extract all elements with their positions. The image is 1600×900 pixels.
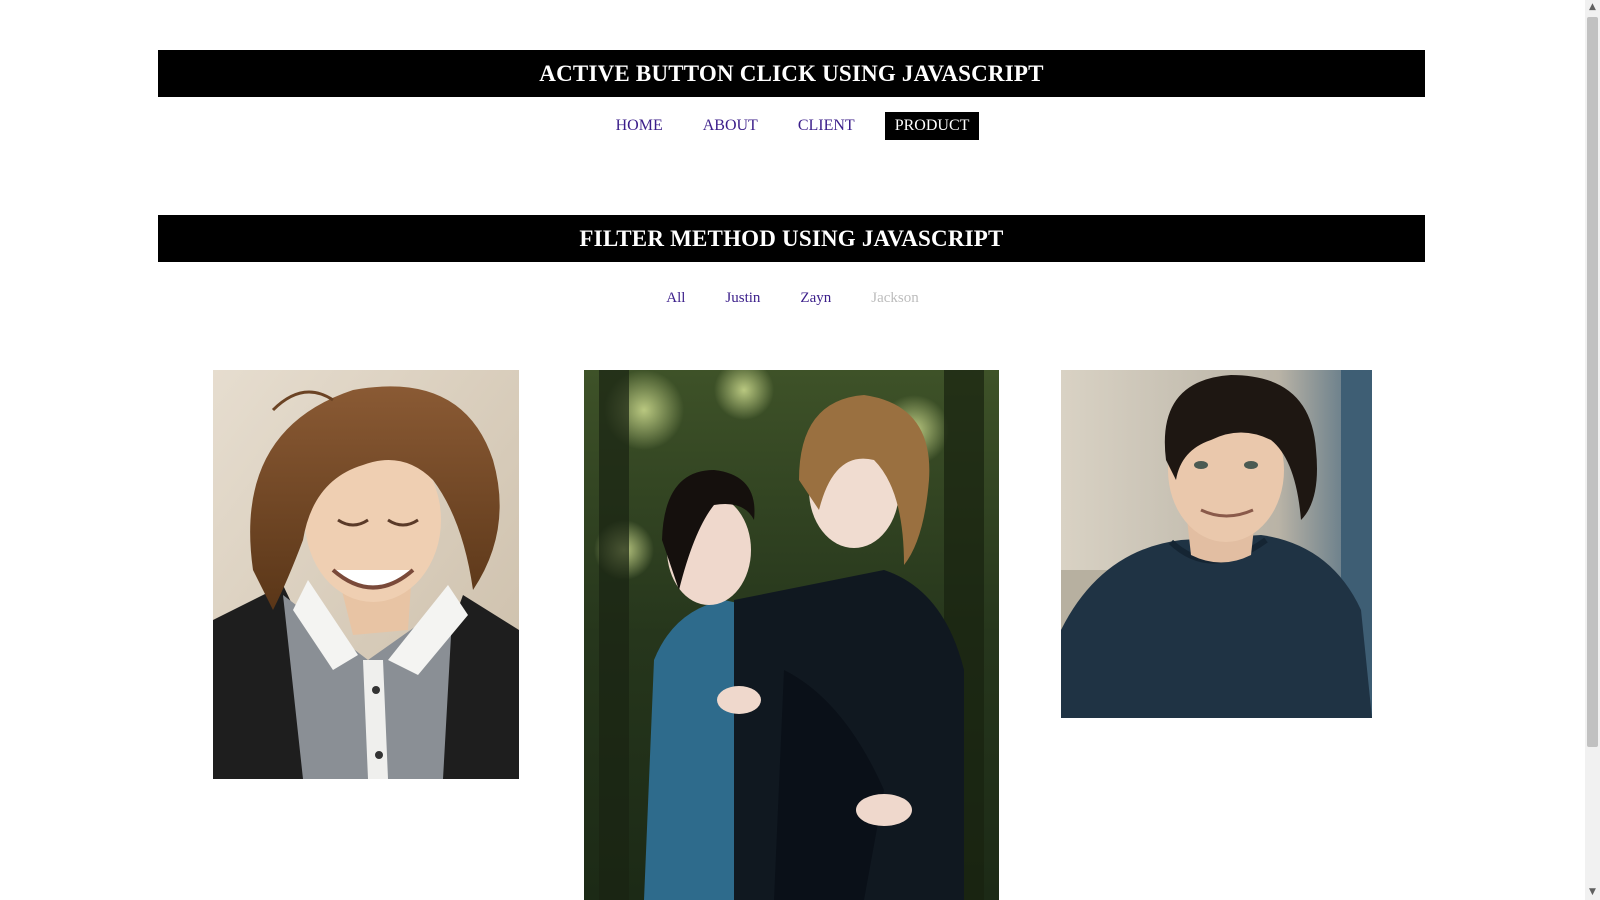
gallery-photo-3 (1061, 370, 1372, 718)
gallery-photo-2 (584, 370, 999, 900)
filter-buttons: All Justin Zayn Jackson (0, 290, 1585, 307)
filter-section-title-bar: FILTER METHOD USING JAVASCRIPT (158, 215, 1425, 262)
vertical-scrollbar[interactable]: ▲ ▼ (1585, 0, 1600, 900)
page-title: ACTIVE BUTTON CLICK USING JAVASCRIPT (539, 60, 1044, 86)
filter-section-title: FILTER METHOD USING JAVASCRIPT (579, 225, 1004, 251)
filter-all[interactable]: All (666, 290, 685, 307)
portrait-image (213, 370, 519, 779)
chevron-down-icon[interactable]: ▼ (1585, 885, 1600, 900)
nav-item-about[interactable]: ABOUT (693, 112, 768, 140)
filter-zayn[interactable]: Zayn (800, 290, 831, 307)
filter-justin[interactable]: Justin (725, 290, 760, 307)
scrollbar-thumb[interactable] (1587, 17, 1598, 747)
main-nav: HOME ABOUT CLIENT PRODUCT (0, 112, 1585, 140)
page-title-bar: ACTIVE BUTTON CLICK USING JAVASCRIPT (158, 50, 1425, 97)
chevron-up-icon[interactable]: ▲ (1585, 0, 1600, 15)
couple-image (584, 370, 999, 900)
filter-jackson[interactable]: Jackson (871, 290, 919, 307)
page: ACTIVE BUTTON CLICK USING JAVASCRIPT HOM… (0, 0, 1600, 900)
gallery-photo-1 (213, 370, 519, 779)
nav-item-product[interactable]: PRODUCT (884, 112, 980, 140)
portrait-image (1061, 370, 1372, 718)
nav-item-client[interactable]: CLIENT (788, 112, 865, 140)
nav-item-home[interactable]: HOME (606, 112, 673, 140)
